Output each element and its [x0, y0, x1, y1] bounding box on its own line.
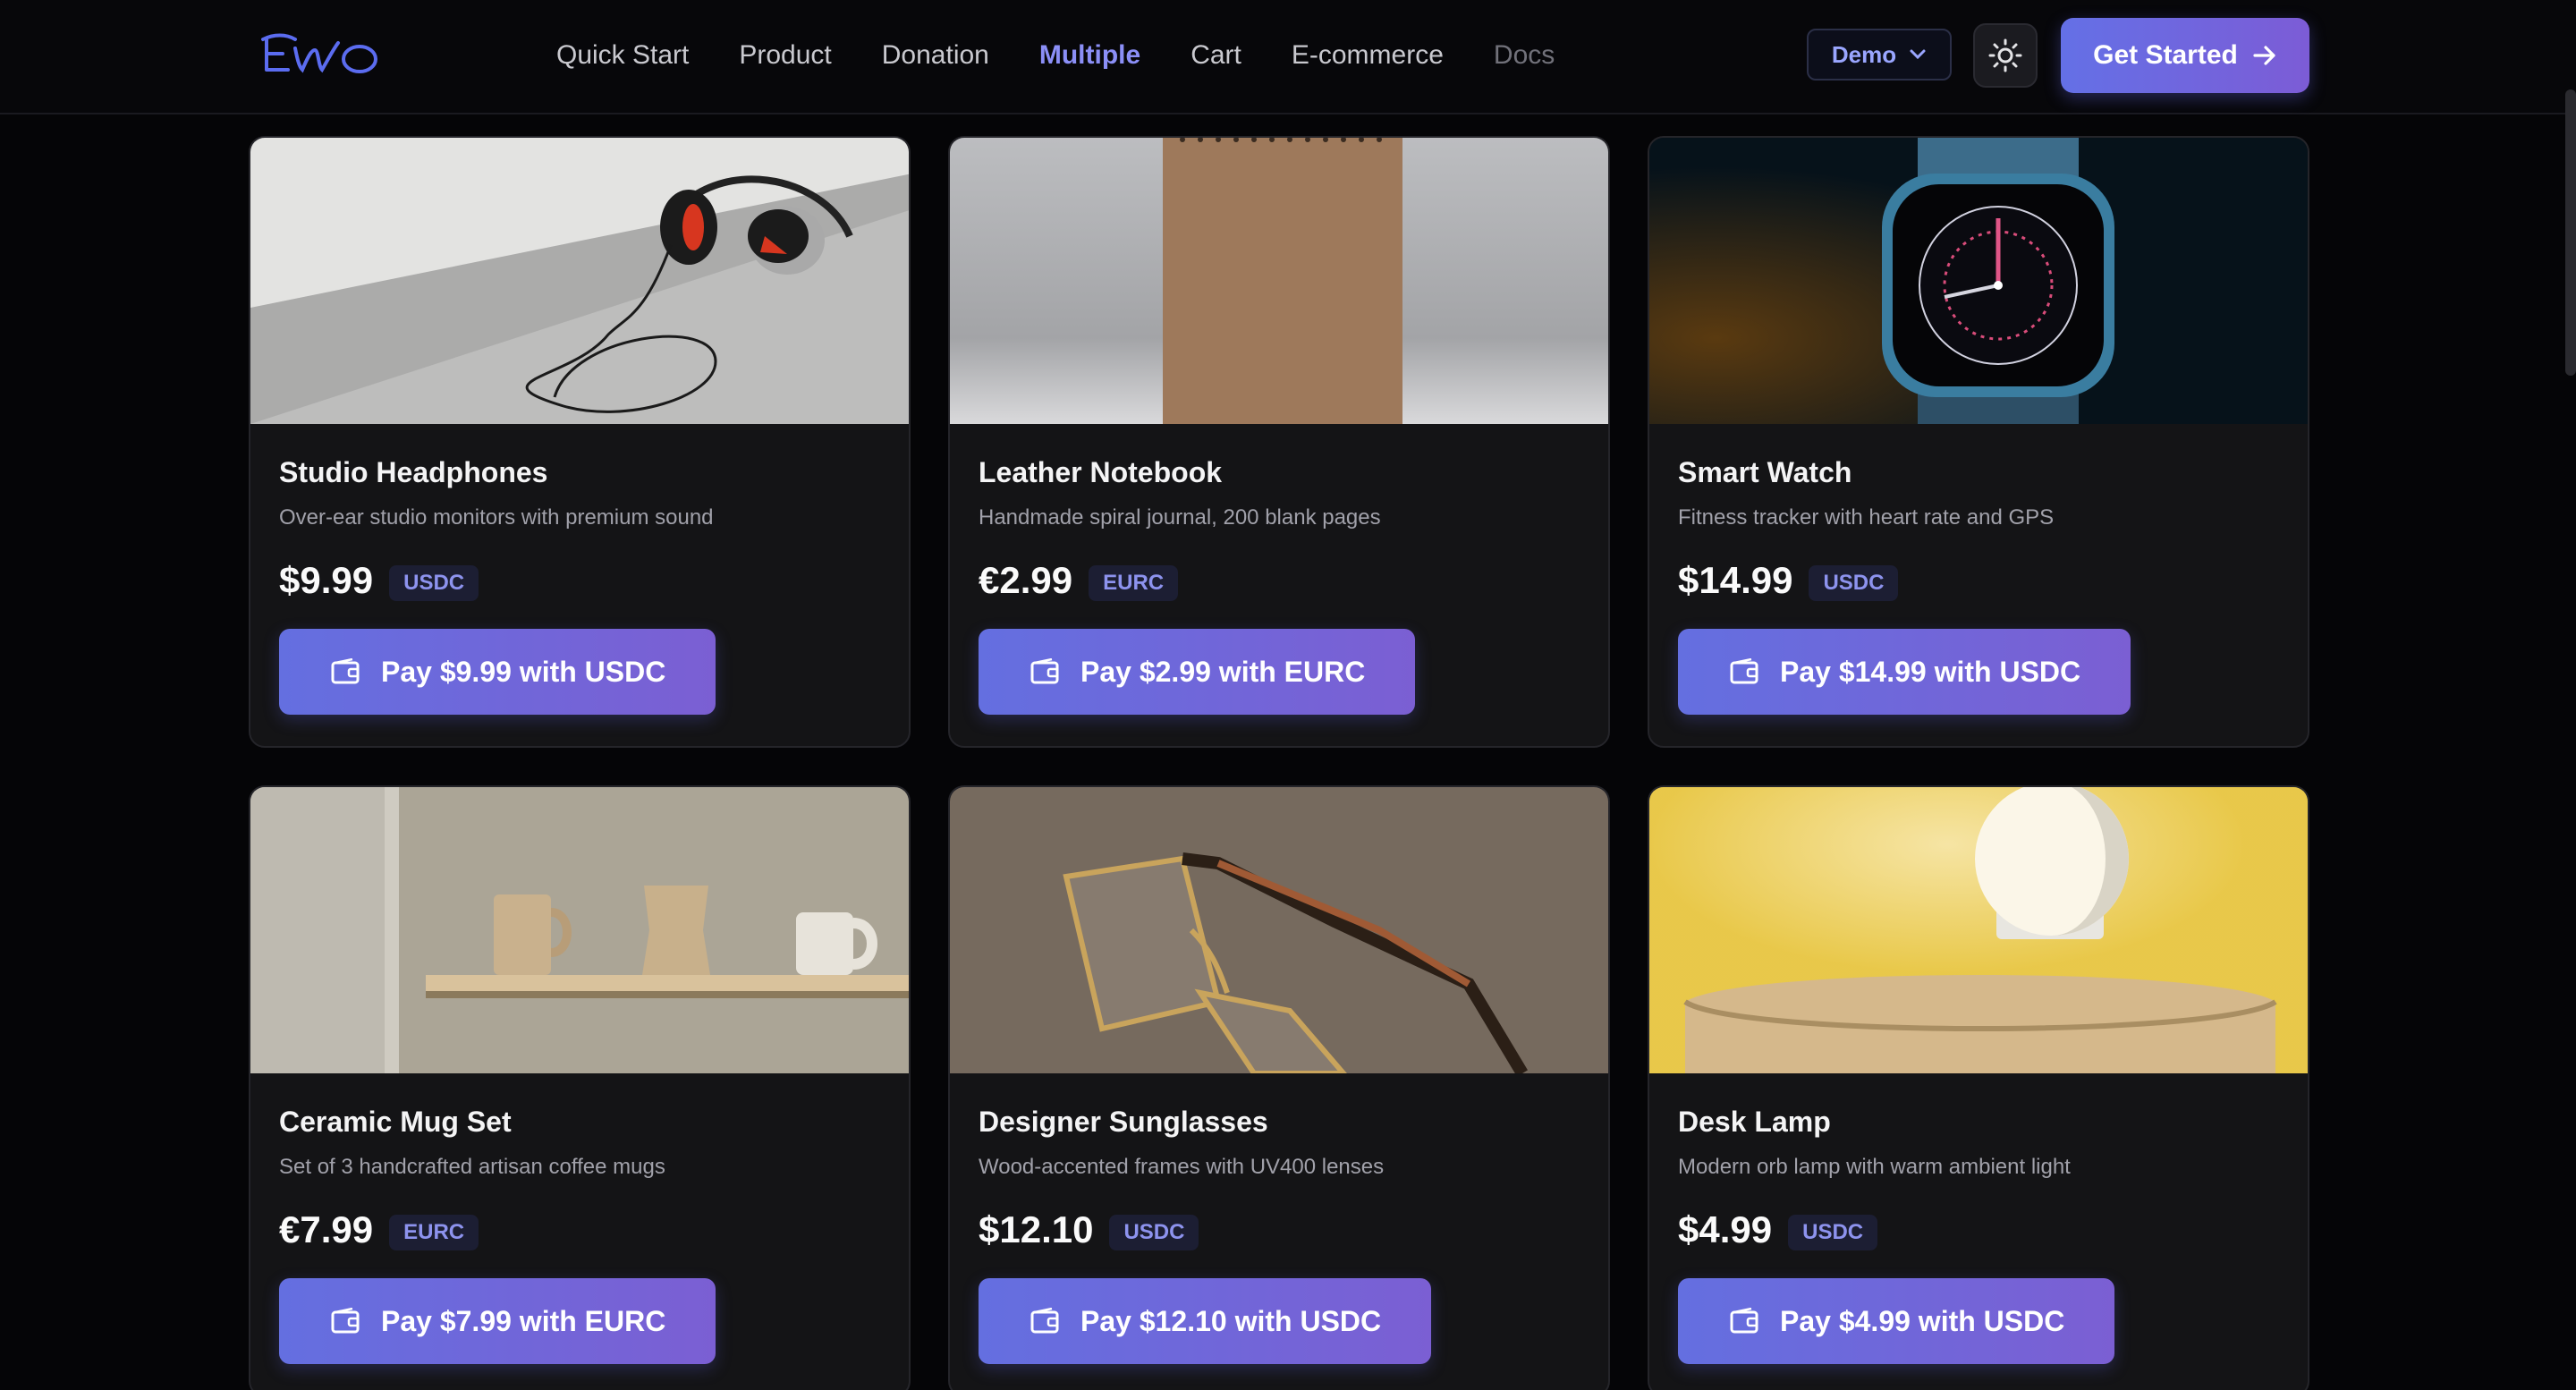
pay-button[interactable]: Pay $9.99 with USDC — [279, 629, 716, 715]
sun-icon — [1988, 38, 2022, 72]
pay-button[interactable]: Pay $7.99 with EURC — [279, 1278, 716, 1364]
theme-toggle-button[interactable] — [1973, 23, 2038, 88]
scrollbar[interactable] — [2565, 89, 2576, 376]
product-title: Smart Watch — [1678, 456, 1852, 488]
demo-dropdown-label: Demo — [1831, 40, 1897, 68]
product-price: $12.10 — [979, 1208, 1094, 1250]
get-started-label: Get Started — [2093, 40, 2238, 70]
pay-button-label: Pay $9.99 with USDC — [381, 655, 666, 688]
product-card: Smart Watch Fitness tracker with heart r… — [1648, 136, 2309, 748]
nav-cart[interactable]: Cart — [1191, 40, 1241, 71]
product-price: $4.99 — [1678, 1208, 1773, 1250]
pay-button-label: Pay $12.10 with USDC — [1080, 1304, 1382, 1337]
currency-badge: EURC — [389, 1215, 479, 1250]
product-card: Ceramic Mug Set Set of 3 handcrafted art… — [249, 785, 911, 1390]
product-image-notebook — [950, 138, 1608, 424]
nav-donation[interactable]: Donation — [882, 40, 989, 71]
product-title: Desk Lamp — [1678, 1106, 1831, 1138]
product-description: Wood-accented frames with UV400 lenses — [979, 1155, 1385, 1179]
product-description: Handmade spiral journal, 200 blank pages — [979, 505, 1381, 530]
pay-button-label: Pay $14.99 with USDC — [1780, 655, 2081, 688]
currency-badge: USDC — [1788, 1215, 1878, 1250]
product-card: Studio Headphones Over-ear studio monito… — [249, 136, 911, 748]
currency-badge: USDC — [1809, 565, 1899, 601]
product-image-sunglasses — [950, 787, 1608, 1073]
wallet-icon — [331, 658, 360, 684]
pay-button[interactable]: Pay $4.99 with USDC — [1678, 1278, 2115, 1364]
wallet-icon — [1030, 1308, 1059, 1334]
product-image-headphones — [250, 138, 909, 424]
product-description: Over-ear studio monitors with premium so… — [279, 505, 714, 530]
product-title: Ceramic Mug Set — [279, 1106, 512, 1138]
wallet-icon — [1730, 1308, 1758, 1334]
nav-product[interactable]: Product — [739, 40, 831, 71]
product-card: Desk Lamp Modern orb lamp with warm ambi… — [1648, 785, 2309, 1390]
nav-docs[interactable]: Docs — [1494, 40, 1555, 71]
product-price: $14.99 — [1678, 559, 1793, 601]
pay-button-label: Pay $4.99 with USDC — [1780, 1304, 2065, 1337]
product-title: Leather Notebook — [979, 456, 1223, 488]
product-price: $9.99 — [279, 559, 374, 601]
nav-multiple[interactable]: Multiple — [1039, 40, 1140, 71]
nav-ecommerce[interactable]: E-commerce — [1292, 40, 1444, 71]
wallet-icon — [1030, 658, 1059, 684]
pay-button[interactable]: Pay $12.10 with USDC — [979, 1278, 1432, 1364]
pay-button-label: Pay $7.99 with EURC — [381, 1304, 666, 1337]
currency-badge: EURC — [1089, 565, 1179, 601]
product-image-smartwatch — [1649, 138, 2308, 424]
currency-badge: USDC — [389, 565, 479, 601]
product-card: Leather Notebook Handmade spiral journal… — [948, 136, 1610, 748]
product-title: Designer Sunglasses — [979, 1106, 1268, 1138]
wallet-icon — [1730, 658, 1758, 684]
pay-button-label: Pay $2.99 with EURC — [1080, 655, 1366, 688]
product-grid: Studio Headphones Over-ear studio monito… — [249, 136, 2309, 1390]
top-navbar: Quick Start Product Donation Multiple Ca… — [0, 0, 2576, 114]
demo-dropdown[interactable]: Demo — [1807, 29, 1952, 81]
product-card: Designer Sunglasses Wood-accented frames… — [948, 785, 1610, 1390]
chevron-down-icon — [1910, 49, 1926, 60]
product-image-lamp — [1649, 787, 2308, 1073]
product-title: Studio Headphones — [279, 456, 548, 488]
product-description: Modern orb lamp with warm ambient light — [1678, 1155, 2071, 1179]
main-nav: Quick Start Product Donation Multiple Ca… — [556, 0, 1605, 111]
arrow-right-icon — [2253, 46, 2275, 65]
product-price: €7.99 — [279, 1208, 374, 1250]
currency-badge: USDC — [1109, 1215, 1199, 1250]
pay-button[interactable]: Pay $2.99 with EURC — [979, 629, 1416, 715]
nav-quick-start[interactable]: Quick Start — [556, 40, 689, 71]
product-description: Set of 3 handcrafted artisan coffee mugs — [279, 1155, 665, 1179]
product-price: €2.99 — [979, 559, 1073, 601]
product-image-mugs — [250, 787, 909, 1073]
get-started-button[interactable]: Get Started — [2061, 18, 2309, 93]
brand-logo[interactable] — [256, 30, 381, 79]
pay-button[interactable]: Pay $14.99 with USDC — [1678, 629, 2131, 715]
wallet-icon — [331, 1308, 360, 1334]
product-description: Fitness tracker with heart rate and GPS — [1678, 505, 2055, 530]
